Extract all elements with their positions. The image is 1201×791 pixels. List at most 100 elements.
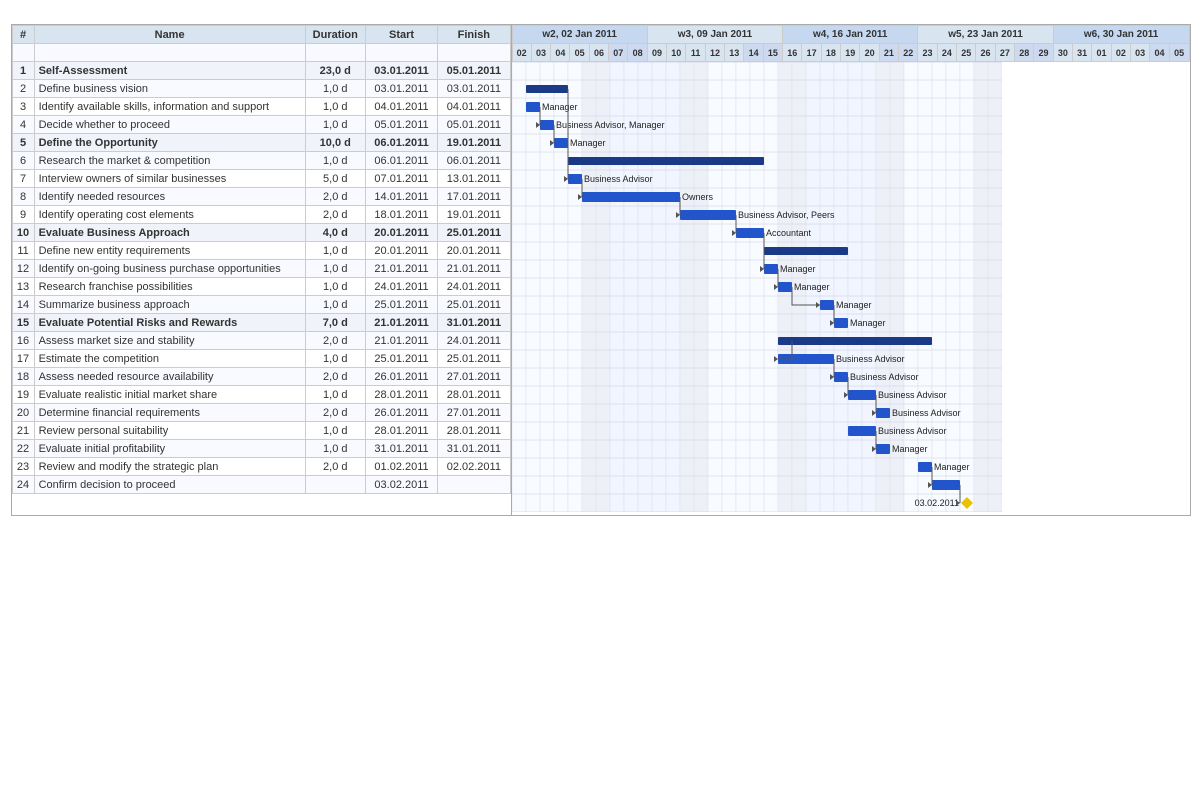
task-table-panel: # Name Duration Start Finish 1 Self-Asse…	[12, 25, 512, 515]
row-start: 05.01.2011	[365, 116, 437, 134]
row-start: 21.01.2011	[365, 314, 437, 332]
gantt-day-header: 20	[860, 44, 879, 62]
gantt-day-header: 17	[802, 44, 821, 62]
table-row: 23 Review and modify the strategic plan …	[12, 458, 510, 476]
col-header-start: Start	[365, 26, 437, 44]
row-start: 03.02.2011	[365, 476, 437, 494]
row-num: 24	[12, 476, 34, 494]
svg-text:Manager: Manager	[570, 138, 606, 148]
row-start: 06.01.2011	[365, 152, 437, 170]
row-dur: 2,0 d	[305, 404, 365, 422]
row-finish: 05.01.2011	[438, 116, 510, 134]
row-finish: 19.01.2011	[438, 206, 510, 224]
table-row: 3 Identify available skills, information…	[12, 98, 510, 116]
gantt-day-header: 15	[763, 44, 782, 62]
svg-text:Business Advisor: Business Advisor	[836, 354, 905, 364]
row-start: 31.01.2011	[365, 440, 437, 458]
row-num: 16	[12, 332, 34, 350]
row-finish: 04.01.2011	[438, 98, 510, 116]
row-finish: 28.01.2011	[438, 422, 510, 440]
row-dur: 4,0 d	[305, 224, 365, 242]
row-num: 11	[12, 242, 34, 260]
row-finish: 25.01.2011	[438, 350, 510, 368]
gantt-day-header: 01	[1092, 44, 1111, 62]
table-row: 22 Evaluate initial profitability 1,0 d …	[12, 440, 510, 458]
col-header-dur: Duration	[305, 26, 365, 44]
table-row: 19 Evaluate realistic initial market sha…	[12, 386, 510, 404]
gantt-week-header: w2, 02 Jan 2011	[512, 26, 647, 44]
svg-text:03.02.2011: 03.02.2011	[914, 498, 958, 508]
row-finish: 25.01.2011	[438, 296, 510, 314]
row-name: Estimate the competition	[34, 350, 305, 368]
row-finish: 31.01.2011	[438, 440, 510, 458]
row-num: 9	[12, 206, 34, 224]
table-row: 15 Evaluate Potential Risks and Rewards …	[12, 314, 510, 332]
gantt-day-header: 10	[667, 44, 686, 62]
row-num: 18	[12, 368, 34, 386]
row-num: 17	[12, 350, 34, 368]
row-start: 07.01.2011	[365, 170, 437, 188]
gantt-day-header: 11	[686, 44, 705, 62]
row-num: 6	[12, 152, 34, 170]
svg-text:Manager: Manager	[850, 318, 886, 328]
row-finish: 19.01.2011	[438, 134, 510, 152]
gantt-day-header: 31	[1073, 44, 1092, 62]
row-num: 5	[12, 134, 34, 152]
table-row: 21 Review personal suitability 1,0 d 28.…	[12, 422, 510, 440]
gantt-day-header: 16	[783, 44, 802, 62]
row-name: Identify operating cost elements	[34, 206, 305, 224]
gantt-day-header: 29	[1034, 44, 1053, 62]
row-finish: 05.01.2011	[438, 62, 510, 80]
gantt-panel: w2, 02 Jan 2011w3, 09 Jan 2011w4, 16 Jan…	[512, 25, 1190, 515]
row-name: Assess needed resource availability	[34, 368, 305, 386]
row-start: 25.01.2011	[365, 296, 437, 314]
table-row: 6 Research the market & competition 1,0 …	[12, 152, 510, 170]
row-start: 06.01.2011	[365, 134, 437, 152]
row-num: 7	[12, 170, 34, 188]
row-dur: 2,0 d	[305, 206, 365, 224]
row-num: 3	[12, 98, 34, 116]
row-name: Define business vision	[34, 80, 305, 98]
row-dur: 5,0 d	[305, 170, 365, 188]
row-finish: 03.01.2011	[438, 80, 510, 98]
table-row: 14 Summarize business approach 1,0 d 25.…	[12, 296, 510, 314]
row-name: Summarize business approach	[34, 296, 305, 314]
row-dur	[305, 476, 365, 494]
row-name: Evaluate Potential Risks and Rewards	[34, 314, 305, 332]
row-name: Review personal suitability	[34, 422, 305, 440]
gantt-day-header: 24	[937, 44, 956, 62]
table-row: 16 Assess market size and stability 2,0 …	[12, 332, 510, 350]
gantt-day-header: 03	[1131, 44, 1150, 62]
row-dur: 1,0 d	[305, 80, 365, 98]
task-table: # Name Duration Start Finish 1 Self-Asse…	[12, 25, 511, 494]
row-dur: 1,0 d	[305, 296, 365, 314]
row-dur: 10,0 d	[305, 134, 365, 152]
row-dur: 2,0 d	[305, 368, 365, 386]
gantt-day-header: 05	[570, 44, 589, 62]
row-num: 14	[12, 296, 34, 314]
row-start: 20.01.2011	[365, 242, 437, 260]
row-num: 19	[12, 386, 34, 404]
table-row: 5 Define the Opportunity 10,0 d 06.01.20…	[12, 134, 510, 152]
table-row	[12, 44, 510, 62]
row-dur: 1,0 d	[305, 116, 365, 134]
gantt-header-table: w2, 02 Jan 2011w3, 09 Jan 2011w4, 16 Jan…	[512, 25, 1190, 62]
row-dur: 1,0 d	[305, 278, 365, 296]
gantt-week-header: w3, 09 Jan 2011	[647, 26, 782, 44]
row-finish: 17.01.2011	[438, 188, 510, 206]
page-title	[0, 0, 1201, 24]
gantt-day-header: 26	[976, 44, 995, 62]
gantt-week-header: w5, 23 Jan 2011	[918, 26, 1053, 44]
row-start: 26.01.2011	[365, 404, 437, 422]
table-row: 1 Self-Assessment 23,0 d 03.01.2011 05.0…	[12, 62, 510, 80]
gantt-body: ManagerBusiness Advisor, ManagerManagerB…	[512, 62, 1190, 515]
row-num: 21	[12, 422, 34, 440]
row-dur: 1,0 d	[305, 98, 365, 116]
row-finish: 13.01.2011	[438, 170, 510, 188]
row-finish: 27.01.2011	[438, 404, 510, 422]
gantt-day-header: 13	[725, 44, 744, 62]
svg-text:Manager: Manager	[542, 102, 578, 112]
svg-text:Business Advisor: Business Advisor	[850, 372, 919, 382]
row-start: 20.01.2011	[365, 224, 437, 242]
row-finish: 24.01.2011	[438, 278, 510, 296]
